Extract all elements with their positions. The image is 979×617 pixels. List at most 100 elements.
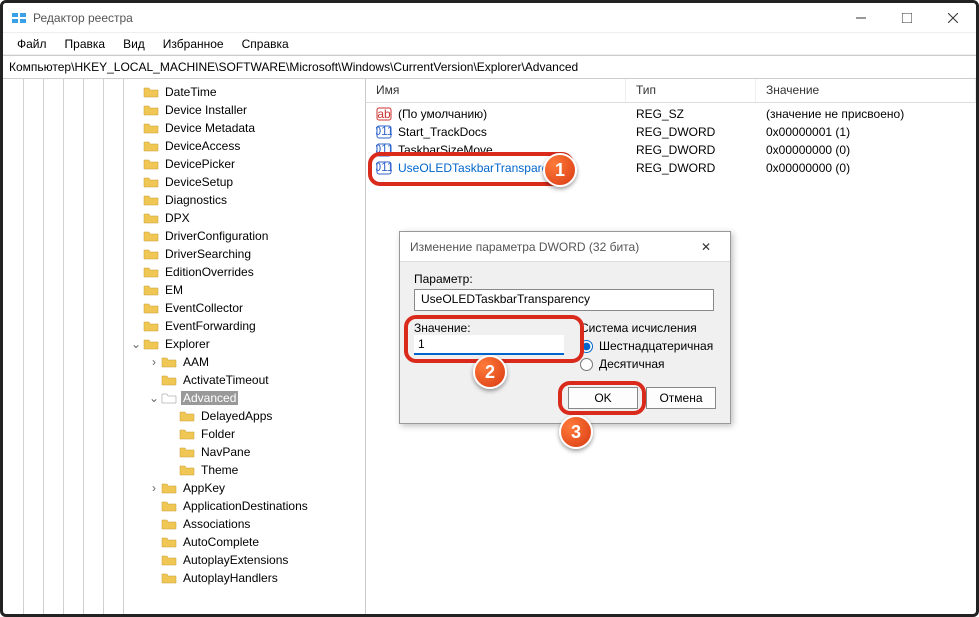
- list-row[interactable]: 011UseOLEDTaskbarTransparencyREG_DWORD0x…: [366, 159, 976, 177]
- maximize-button[interactable]: [884, 3, 930, 32]
- base-label: Система исчисления: [580, 321, 713, 335]
- col-type[interactable]: Тип: [626, 79, 756, 102]
- tree-item[interactable]: Theme: [3, 461, 365, 479]
- tree-label: DeviceAccess: [163, 139, 242, 153]
- tree-item[interactable]: DelayedApps: [3, 407, 365, 425]
- radio-dec-input[interactable]: [580, 358, 593, 371]
- value-data: 0x00000000 (0): [756, 143, 976, 157]
- expand-icon[interactable]: ›: [147, 355, 161, 369]
- value-label: Значение:: [414, 321, 564, 335]
- badge-3: 3: [559, 415, 593, 449]
- radio-hex-input[interactable]: [580, 340, 593, 353]
- close-button[interactable]: [930, 3, 976, 32]
- tree-label: AutoComplete: [181, 535, 261, 549]
- tree-label: DateTime: [163, 85, 219, 99]
- col-value[interactable]: Значение: [756, 79, 976, 102]
- menubar: Файл Правка Вид Избранное Справка: [3, 33, 976, 55]
- dialog-close-button[interactable]: ✕: [692, 240, 720, 254]
- cancel-button[interactable]: Отмена: [646, 387, 716, 409]
- window-title: Редактор реестра: [33, 11, 133, 25]
- tree-label: DriverSearching: [163, 247, 253, 261]
- tree-label: Advanced: [181, 391, 238, 405]
- tree-item[interactable]: DevicePicker: [3, 155, 365, 173]
- tree-item[interactable]: AutoComplete: [3, 533, 365, 551]
- param-field[interactable]: UseOLEDTaskbarTransparency: [414, 289, 714, 311]
- tree-label: EditionOverrides: [163, 265, 256, 279]
- tree-item[interactable]: DPX: [3, 209, 365, 227]
- address-text: Компьютер\HKEY_LOCAL_MACHINE\SOFTWARE\Mi…: [9, 60, 578, 74]
- menu-favorites[interactable]: Избранное: [155, 35, 232, 53]
- tree-item[interactable]: Diagnostics: [3, 191, 365, 209]
- tree-panel[interactable]: DateTime Device Installer Device Metadata D…: [3, 79, 366, 614]
- tree-label: Device Metadata: [163, 121, 257, 135]
- svg-text:011: 011: [376, 160, 392, 174]
- menu-file[interactable]: Файл: [9, 35, 55, 53]
- list-row[interactable]: ab(По умолчанию)REG_SZ(значение не присв…: [366, 105, 976, 123]
- tree-item[interactable]: ⌄ Explorer: [3, 335, 365, 353]
- tree-item[interactable]: ActivateTimeout: [3, 371, 365, 389]
- address-bar[interactable]: Компьютер\HKEY_LOCAL_MACHINE\SOFTWARE\Mi…: [3, 55, 976, 79]
- tree-item[interactable]: DriverSearching: [3, 245, 365, 263]
- tree-item[interactable]: DriverConfiguration: [3, 227, 365, 245]
- menu-help[interactable]: Справка: [234, 35, 297, 53]
- tree-item[interactable]: AutoplayExtensions: [3, 551, 365, 569]
- tree-item[interactable]: DeviceAccess: [3, 137, 365, 155]
- tree-item[interactable]: ApplicationDestinations: [3, 497, 365, 515]
- tree-label: Folder: [199, 427, 237, 441]
- menu-edit[interactable]: Правка: [57, 35, 114, 53]
- svg-text:011: 011: [376, 124, 392, 138]
- radio-hex[interactable]: Шестнадцатеричная: [580, 339, 713, 353]
- window-controls: [838, 3, 976, 32]
- tree-label: EventCollector: [163, 301, 245, 315]
- ok-button[interactable]: OK: [568, 387, 638, 409]
- tree-label: DelayedApps: [199, 409, 274, 423]
- tree-item[interactable]: EventForwarding: [3, 317, 365, 335]
- tree-item[interactable]: › AAM: [3, 353, 365, 371]
- expand-icon[interactable]: ⌄: [129, 337, 143, 351]
- list-row[interactable]: 011Start_TrackDocsREG_DWORD0x00000001 (1…: [366, 123, 976, 141]
- badge-1: 1: [543, 153, 577, 187]
- col-name[interactable]: Имя: [366, 79, 626, 102]
- list-header: Имя Тип Значение: [366, 79, 976, 103]
- value-data: (значение не присвоено): [756, 107, 976, 121]
- expand-icon[interactable]: ⌄: [147, 391, 161, 405]
- tree-item[interactable]: ⌄ Advanced: [3, 389, 365, 407]
- tree-item[interactable]: AutoplayHandlers: [3, 569, 365, 587]
- tree-label: AAM: [181, 355, 211, 369]
- badge-2: 2: [473, 355, 507, 389]
- tree-label: DPX: [163, 211, 192, 225]
- tree-item[interactable]: Folder: [3, 425, 365, 443]
- tree-label: AppKey: [181, 481, 227, 495]
- value-data: 0x00000000 (0): [756, 161, 976, 175]
- value-input[interactable]: [414, 335, 564, 355]
- menu-view[interactable]: Вид: [115, 35, 153, 53]
- value-type: REG_DWORD: [626, 143, 756, 157]
- tree-item[interactable]: DeviceSetup: [3, 173, 365, 191]
- tree-item[interactable]: Device Installer: [3, 101, 365, 119]
- tree-label: AutoplayExtensions: [181, 553, 290, 567]
- tree-item[interactable]: Associations: [3, 515, 365, 533]
- tree-label: Device Installer: [163, 103, 249, 117]
- param-label: Параметр:: [414, 272, 716, 286]
- tree-item[interactable]: DateTime: [3, 83, 365, 101]
- tree-label: DeviceSetup: [163, 175, 235, 189]
- tree-item[interactable]: EventCollector: [3, 299, 365, 317]
- minimize-button[interactable]: [838, 3, 884, 32]
- tree-item[interactable]: NavPane: [3, 443, 365, 461]
- tree-item[interactable]: Device Metadata: [3, 119, 365, 137]
- tree-item[interactable]: EM: [3, 281, 365, 299]
- tree-label: Theme: [199, 463, 240, 477]
- list-row[interactable]: 011 TaskbarSizeMove REG_DWORD0x00000000 (0…: [366, 141, 976, 159]
- expand-icon[interactable]: ›: [147, 481, 161, 495]
- dialog-title: Изменение параметра DWORD (32 бита): [410, 240, 692, 254]
- tree-item[interactable]: EditionOverrides: [3, 263, 365, 281]
- tree-label: Explorer: [163, 337, 212, 351]
- svg-text:011: 011: [376, 142, 392, 156]
- edit-dword-dialog: Изменение параметра DWORD (32 бита) ✕ Па…: [399, 231, 731, 424]
- radio-dec[interactable]: Десятичная: [580, 357, 713, 371]
- value-name: TaskbarSizeMove: [398, 143, 493, 157]
- tree-item[interactable]: › AppKey: [3, 479, 365, 497]
- tree-label: EM: [163, 283, 185, 297]
- value-name: (По умолчанию): [398, 107, 487, 121]
- app-icon: [11, 10, 27, 26]
